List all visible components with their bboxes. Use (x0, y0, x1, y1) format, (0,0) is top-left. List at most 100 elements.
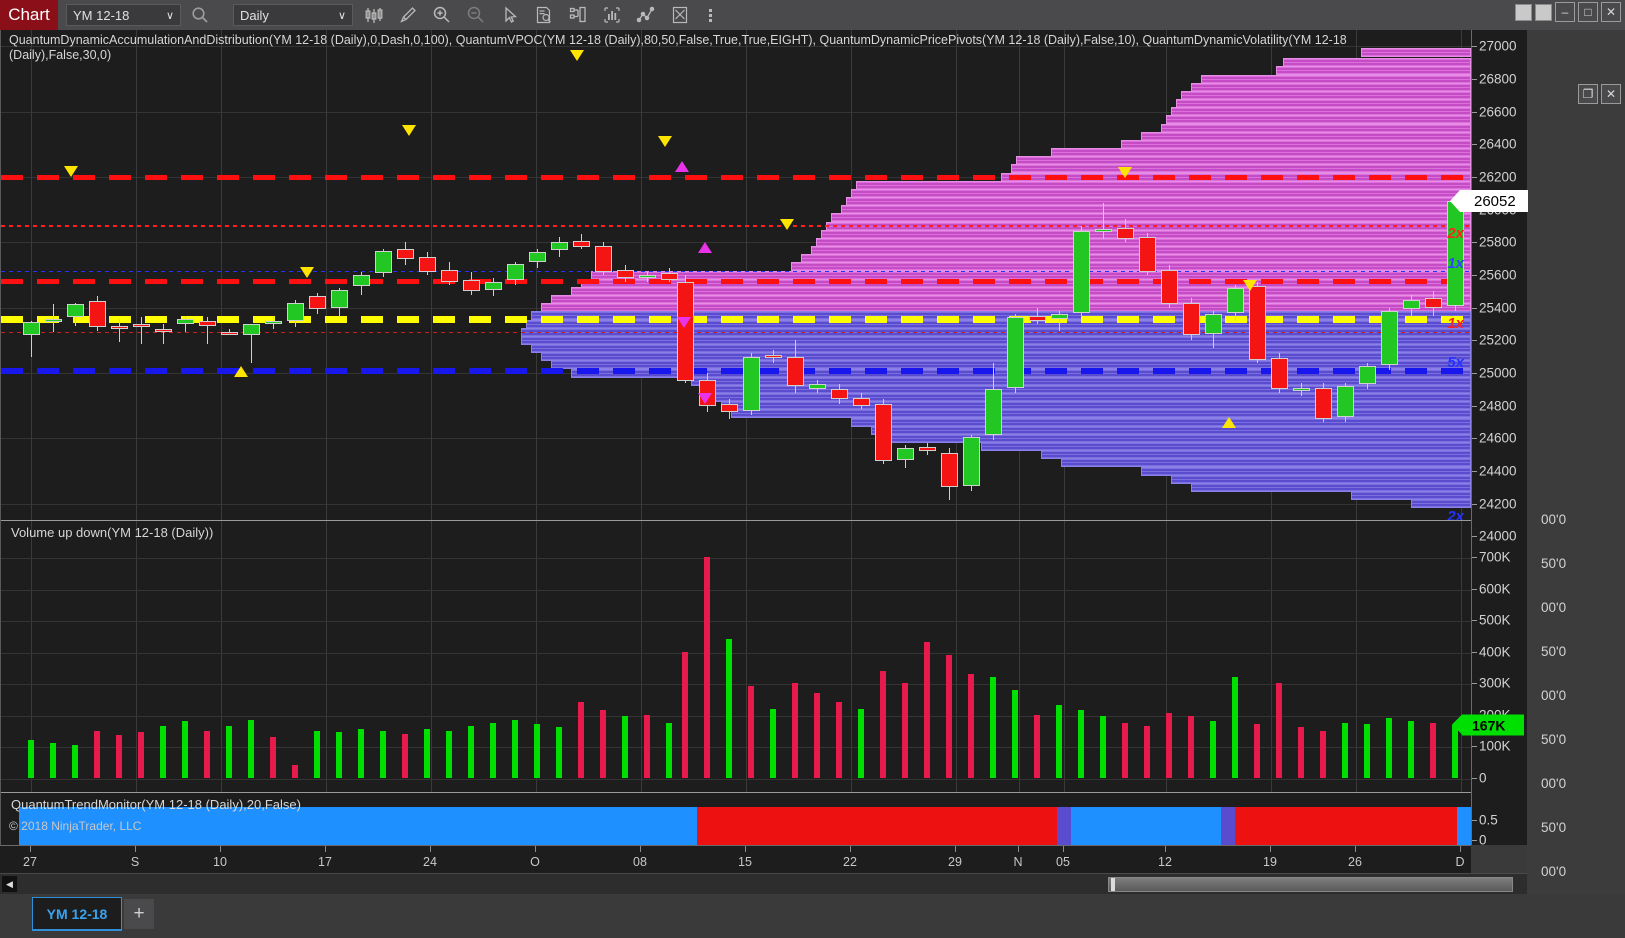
candle-body (463, 279, 480, 292)
background-window-buttons[interactable]: ❐ ✕ (1578, 84, 1621, 104)
candle-body (375, 250, 392, 274)
chart-canvas[interactable]: QuantumDynamicAccumulationAndDistributio… (0, 30, 1472, 845)
candle-body (721, 404, 738, 413)
price-axis-label: 24200 (1479, 496, 1517, 512)
trend-monitor-panel[interactable]: QuantumTrendMonitor(YM 12-18 (Daily),20,… (1, 792, 1472, 845)
interval-select-value: Daily (240, 7, 269, 23)
date-axis-label: 12 (1158, 855, 1172, 869)
volume-bar (512, 719, 518, 778)
price-axis-label: 24400 (1479, 463, 1517, 479)
volume-bar (622, 716, 628, 778)
candle-body (1403, 299, 1420, 310)
volume-bar (682, 651, 688, 778)
drawing-tools-icon[interactable] (629, 0, 663, 30)
volume-bar (836, 702, 842, 778)
price-axis-label: 26200 (1479, 169, 1517, 185)
volume-bar (402, 733, 408, 778)
bg-axis-label: 50'0 (1541, 556, 1567, 571)
candle-body (23, 322, 40, 336)
volume-bar (1012, 689, 1018, 778)
volume-panel[interactable]: Volume up down(YM 12-18 (Daily)) (1, 520, 1472, 792)
price-panel[interactable]: 1x 2x 1x 5x 2x (1, 30, 1472, 520)
list-icon[interactable] (697, 0, 731, 30)
candle-body (853, 397, 870, 406)
chart-toolbar: Chart YM 12-18 ∨ Daily ∨ – □ ✕ (0, 0, 1625, 30)
candle-body (1007, 317, 1024, 388)
volume-bar (1254, 724, 1260, 778)
axis-tick (1472, 144, 1477, 146)
candle-body (309, 296, 326, 310)
signal-arrow-up (1222, 417, 1236, 429)
indicator-parameters-text: QuantumDynamicAccumulationAndDistributio… (9, 33, 1347, 62)
candle-body (133, 324, 150, 327)
volume-bar (380, 730, 386, 778)
scrollbar-grip[interactable] (1111, 878, 1115, 891)
volume-bar (1232, 676, 1238, 778)
link-button-1[interactable] (1515, 3, 1532, 21)
indicators-icon[interactable] (595, 0, 629, 30)
search-icon[interactable] (185, 0, 215, 30)
close-button[interactable]: ✕ (1601, 2, 1621, 22)
interval-select[interactable]: Daily ∨ (233, 4, 353, 26)
price-axis-label: 27000 (1479, 38, 1517, 54)
bg-maximize-button[interactable]: ❐ (1578, 84, 1598, 104)
date-tick (745, 846, 746, 852)
candle-body (1249, 286, 1266, 360)
volume-axis-label: 300K (1479, 675, 1511, 691)
gridline (1, 684, 1472, 686)
volume-axis-label: 0 (1479, 770, 1487, 786)
trend-segment (1457, 807, 1472, 845)
bg-axis-label: 00'0 (1541, 776, 1567, 791)
volume-bar (1210, 721, 1216, 778)
price-axis-label: 26800 (1479, 71, 1517, 87)
candle-body (89, 301, 106, 328)
trend-axis-label: 0.5 (1479, 812, 1498, 828)
signal-arrow-down (658, 136, 672, 148)
price-axis[interactable]: 26052 167K 27000268002660026400262002600… (1450, 30, 1528, 848)
add-tab-button[interactable]: + (124, 899, 154, 929)
gridline (1064, 521, 1065, 792)
volume-bar (94, 730, 100, 778)
price-axis-label: 26600 (1479, 104, 1517, 120)
date-axis[interactable]: 27 S 10 17 24 O 08 15 22 29 N 05 12 19 26 D (0, 845, 1471, 873)
maximize-button[interactable]: □ (1578, 2, 1598, 22)
scroll-left-button[interactable]: ◀ (2, 876, 17, 892)
volume-bar (204, 730, 210, 778)
price-axis-label: 25400 (1479, 300, 1517, 316)
tab-ym-12-18[interactable]: YM 12-18 (32, 897, 122, 931)
zoom-in-icon[interactable] (425, 0, 459, 30)
horizontal-scrollbar[interactable]: ◀ (0, 873, 1527, 894)
zoom-out-icon[interactable] (459, 0, 493, 30)
volume-bar (424, 729, 430, 778)
volume-bar (946, 654, 952, 778)
link-button-2[interactable] (1535, 3, 1552, 21)
volume-bar (556, 727, 562, 778)
data-box-icon[interactable] (527, 0, 561, 30)
gridline (221, 521, 222, 792)
candlestick-icon[interactable] (357, 0, 391, 30)
candle-body (1315, 387, 1332, 419)
volume-bar (160, 725, 166, 778)
candle-body (67, 304, 84, 318)
window-buttons[interactable]: – □ ✕ (1515, 2, 1621, 22)
axis-tick (1472, 79, 1477, 80)
bg-close-button[interactable]: ✕ (1601, 84, 1621, 104)
instrument-select[interactable]: YM 12-18 ∨ (66, 4, 181, 26)
date-axis-label: 05 (1056, 855, 1070, 869)
scrollbar-thumb[interactable] (1108, 877, 1513, 892)
strategies-icon[interactable] (663, 0, 697, 30)
pivot-label: 1x (1447, 254, 1464, 272)
pencil-icon[interactable] (391, 0, 425, 30)
candle-body (1161, 270, 1178, 305)
axis-tick (1472, 111, 1477, 113)
volume-bar (792, 683, 798, 778)
candle-body (1117, 227, 1134, 240)
chevron-down-icon: ∨ (337, 9, 346, 22)
properties-icon[interactable] (561, 0, 595, 30)
minimize-button[interactable]: – (1555, 2, 1575, 22)
gridline (641, 521, 642, 792)
cursor-icon[interactable] (493, 0, 527, 30)
chart-title-badge: Chart (0, 0, 58, 30)
candle-body (155, 328, 172, 332)
candle-body (1425, 297, 1442, 308)
